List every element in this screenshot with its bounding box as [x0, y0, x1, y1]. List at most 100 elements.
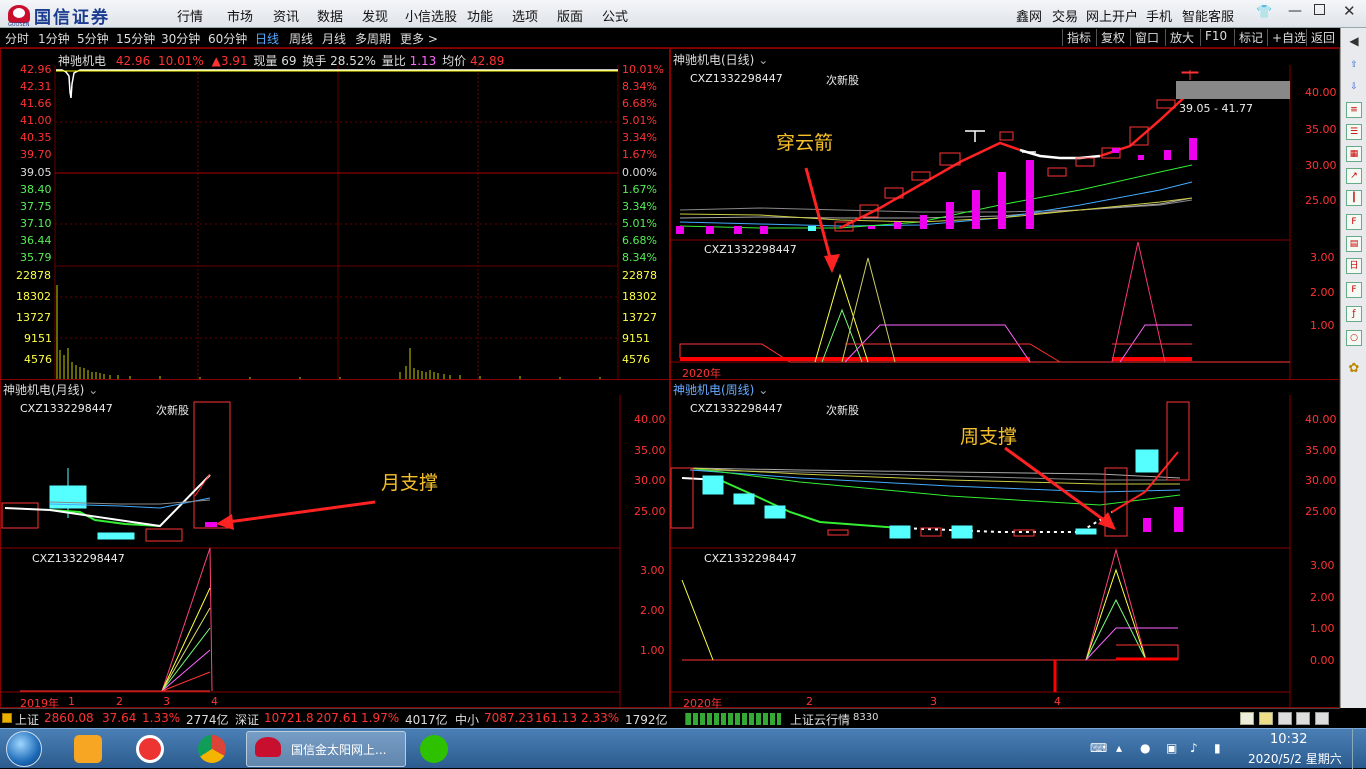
daily-trend-line-2	[1099, 91, 1191, 158]
zx-amount: 1792亿	[625, 713, 668, 727]
monthly-x-tick: 3	[163, 695, 170, 708]
intraday-price: 42.96	[115, 54, 151, 68]
zx-label[interactable]: 中小	[455, 711, 479, 728]
windows-taskbar: 国信金太阳网上... ⌨ ▴ ● ▣ ♪ ▮ 10:32 2020/5/2 星期…	[0, 728, 1366, 769]
status-icon[interactable]	[2, 713, 12, 723]
weekly-y-tick: 25.00	[1305, 505, 1337, 518]
monthly-title-text: 神驰机电(月线)	[3, 383, 85, 397]
weekly-y-tick: 40.00	[1305, 413, 1337, 426]
daily-tag: 次新股	[826, 74, 859, 87]
monthly-y-tick: 30.00	[634, 474, 666, 487]
chevron-down-icon[interactable]: ⌄	[88, 383, 98, 397]
pct-tick: 5.01%	[622, 114, 657, 127]
daily-y-tick: 40.00	[1305, 86, 1337, 99]
daily-title[interactable]: 神驰机电(日线) ⌄	[673, 51, 768, 68]
show-desktop-button[interactable]	[1352, 729, 1366, 769]
clock-date[interactable]: 2020/5/2 星期六	[1248, 750, 1342, 767]
intraday-volume: 现量 69	[253, 54, 297, 68]
intraday-title: 神驰机电	[58, 54, 107, 68]
notice-icon[interactable]	[1240, 712, 1254, 725]
volume-tick: 4576	[24, 353, 52, 366]
signal-icon[interactable]: ▮	[1214, 741, 1221, 755]
monthly-sub-indicator	[20, 547, 213, 692]
daily-range-text: 39.05 - 41.77	[1179, 102, 1253, 115]
fx-icon[interactable]: ƒ	[1346, 306, 1362, 322]
fio-icon[interactable]: F	[1346, 214, 1362, 230]
weekly-y-tick: 30.00	[1305, 474, 1337, 487]
daily-code: CXZ1332298447	[690, 72, 783, 85]
arrow-left-icon[interactable]: ◀	[1346, 34, 1362, 50]
guosen-logo-icon	[255, 737, 281, 757]
grid-icon[interactable]: ▦	[1346, 146, 1362, 162]
quote-icon[interactable]: ≡	[1346, 102, 1362, 118]
daily-sub-indicator	[679, 241, 1290, 363]
index-status-bar: 上证 2860.08 37.64 1.33% 2774亿 深证 10721.8 …	[0, 708, 1340, 728]
monthly-x-tick: 1	[68, 695, 75, 708]
daily-x-year: 2020年	[682, 367, 721, 380]
intraday-volume-bars	[56, 285, 601, 379]
weekly-title[interactable]: 神驰机电(周线) ⌄	[673, 381, 768, 398]
clock-time[interactable]: 10:32	[1270, 732, 1307, 747]
netease-music-icon[interactable]	[136, 735, 164, 763]
start-button-icon[interactable]	[6, 731, 42, 767]
intraday-turnover: 换手 28.52%	[302, 54, 376, 68]
close-icon[interactable]: ✕	[1343, 2, 1356, 20]
volume-icon[interactable]: ♪	[1190, 741, 1198, 755]
sh-pct: 1.33%	[142, 711, 181, 725]
volume-tick: 9151	[24, 332, 52, 345]
monthly-sub-code: CXZ1332298447	[32, 552, 125, 565]
doc-icon[interactable]: ▤	[1346, 236, 1362, 252]
intraday-avg-label: 均价	[442, 54, 467, 68]
sh-label[interactable]: 上证	[15, 711, 39, 728]
zx-value: 7087.23	[484, 711, 534, 725]
sz-pct: 1.97%	[361, 711, 400, 725]
chrome-icon[interactable]	[198, 735, 226, 763]
intraday-grid	[54, 65, 619, 379]
active-app-label: 国信金太阳网上...	[291, 743, 387, 757]
volume-tick: 18302	[16, 290, 51, 303]
chat-icon[interactable]	[1315, 712, 1329, 725]
keyboard-icon[interactable]: ⌨	[1090, 741, 1107, 755]
gear-icon[interactable]: ✿	[1346, 362, 1362, 378]
volume-tick: 18302	[622, 290, 657, 303]
tray-expand-icon[interactable]: ▴	[1116, 741, 1122, 755]
daily-range-box	[1176, 81, 1290, 99]
video-player-icon[interactable]	[74, 735, 102, 763]
weekly-sub-y-tick: 0.00	[1310, 654, 1335, 667]
monthly-sub-y-tick: 2.00	[640, 604, 665, 617]
monthly-title[interactable]: 神驰机电(月线) ⌄	[3, 381, 98, 398]
network-icon[interactable]: ▣	[1166, 741, 1177, 755]
report-icon[interactable]: 日	[1346, 258, 1362, 274]
monthly-ma-red	[194, 473, 211, 497]
arrow-down-icon[interactable]: ⇩	[1346, 80, 1362, 96]
trend-icon[interactable]: ↗	[1346, 168, 1362, 184]
daily-y-tick: 30.00	[1305, 159, 1337, 172]
weekly-sub-y-tick: 1.00	[1310, 622, 1335, 635]
wechat-icon[interactable]	[420, 735, 448, 763]
list-icon[interactable]: ☰	[1346, 124, 1362, 140]
window-icon[interactable]	[1278, 712, 1292, 725]
layout-icon[interactable]	[1296, 712, 1310, 725]
taskbar-active-app[interactable]: 国信金太阳网上...	[246, 731, 406, 767]
arrow-up-icon[interactable]: ⇧	[1346, 58, 1362, 74]
daily-candles	[834, 70, 1199, 232]
intraday-change: ▲3.91	[211, 54, 248, 68]
daily-white-line	[1019, 148, 1101, 160]
sz-label[interactable]: 深证	[235, 711, 259, 728]
cloud-number: 8330	[853, 712, 879, 723]
kline-icon[interactable]: ┃	[1346, 190, 1362, 206]
monthly-y-tick: 40.00	[634, 413, 666, 426]
weekly-sub-y-tick: 2.00	[1310, 591, 1335, 604]
chevron-down-icon[interactable]: ⌄	[758, 53, 768, 67]
daily-sub-code: CXZ1332298447	[704, 243, 797, 256]
tray-wechat-icon[interactable]: ●	[1140, 741, 1150, 755]
circle-icon[interactable]: ○	[1346, 330, 1362, 346]
annotation-chuanyunjian: 穿云箭	[776, 132, 834, 154]
pct-tick: 3.34%	[622, 131, 657, 144]
daily-sub-y-tick: 1.00	[1310, 319, 1335, 332]
cloud-label[interactable]: 上证云行情	[790, 711, 850, 728]
chevron-down-icon[interactable]: ⌄	[758, 383, 768, 397]
pct-tick: 8.34%	[622, 251, 657, 264]
fiz-icon[interactable]: F	[1346, 282, 1362, 298]
gold-icon[interactable]	[1259, 712, 1273, 725]
